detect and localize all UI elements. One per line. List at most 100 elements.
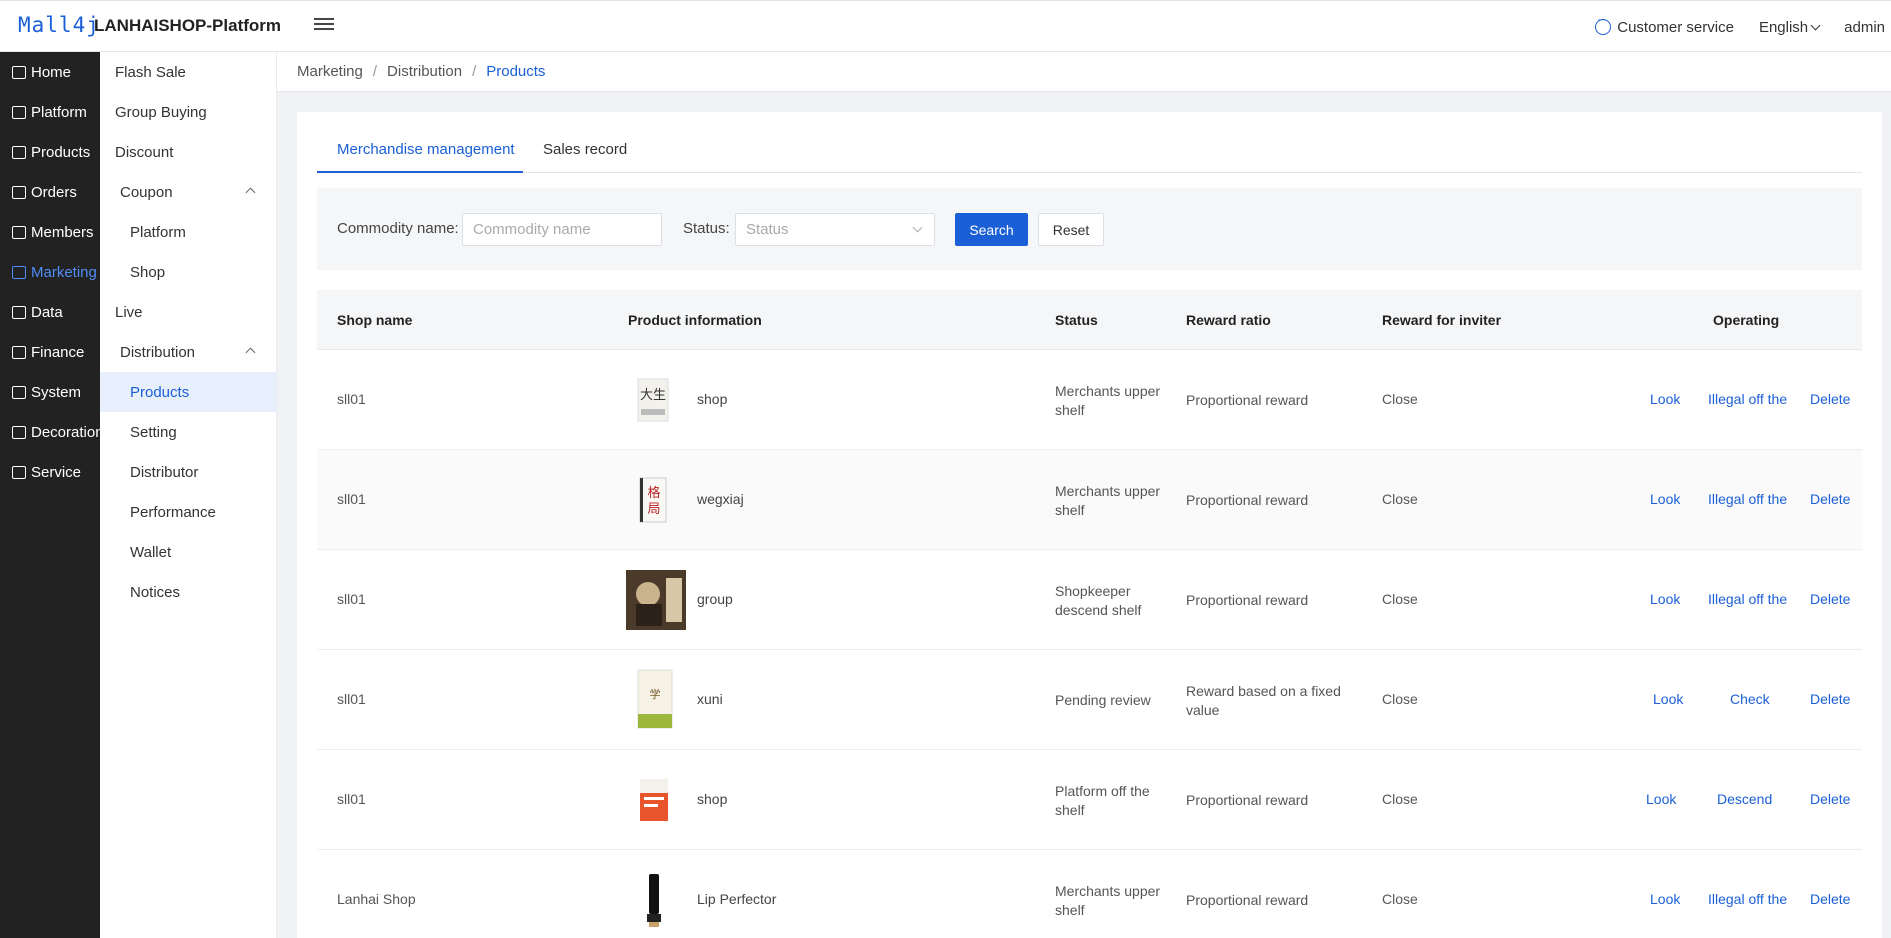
look-link[interactable]: Look [1650,891,1680,907]
header-actions: Customer service English admin [1595,1,1891,53]
descend-link[interactable]: Descend [1717,791,1772,807]
products-table: Shop name Product information Status Rew… [317,290,1862,938]
product-thumbnail[interactable] [628,872,678,928]
commodity-name-input[interactable]: Commodity name [462,213,662,246]
sidebar-item-products[interactable]: Products [0,132,100,172]
sidebar-item-label: Products [31,143,91,161]
reward-inviter-cell: Close [1382,691,1418,707]
sidebar-item-label: Members [31,223,94,241]
look-link[interactable]: Look [1653,691,1683,707]
user-menu[interactable]: admin [1844,19,1885,36]
sidebar-item-data[interactable]: Data [0,292,100,332]
menu-toggle-icon[interactable] [314,15,334,35]
reward-inviter-cell: Close [1382,791,1418,807]
illegal-off-shelf-link[interactable]: Illegal off the [1708,391,1787,407]
status-cell: Platform off the shelf [1055,783,1150,818]
subnav-distribution-label: Distribution [120,343,196,361]
product-thumbnail[interactable] [626,570,686,630]
column-header-operating: Operating [1713,312,1780,328]
sidebar-item-decoration[interactable]: Decoration [0,412,104,452]
look-link[interactable]: Look [1646,791,1676,807]
delete-link[interactable]: Delete [1810,691,1850,707]
look-link[interactable]: Look [1650,391,1680,407]
check-link[interactable]: Check [1730,691,1770,707]
tab-merchandise-management[interactable]: Merchandise management [317,132,523,173]
shop-name-cell: sll01 [337,591,366,607]
shop-name-cell: sll01 [337,791,366,807]
status-select[interactable]: Status [735,213,935,246]
look-link[interactable]: Look [1650,591,1680,607]
reward-ratio-cell: Proportional reward [1186,392,1309,408]
subnav-distribution-performance[interactable]: Performance [100,492,276,532]
tab-bar: Merchandise management Sales record [317,132,1862,173]
shop-name-cell: Lanhai Shop [337,891,416,907]
content-card: Merchandise management Sales record Comm… [297,112,1882,938]
subnav-coupon-shop[interactable]: Shop [100,252,276,292]
language-label: English [1758,18,1809,36]
table-row: sll01 shop Platform off the shelf Propor… [317,750,1862,850]
product-thumbnail[interactable]: 大生 [628,375,678,425]
product-thumbnail[interactable]: 学 [628,668,682,730]
delete-link[interactable]: Delete [1810,591,1850,607]
delete-link[interactable]: Delete [1810,891,1850,907]
subnav-distribution[interactable]: Distribution [100,332,276,372]
product-thumbnail[interactable] [628,775,678,825]
search-button[interactable]: Search [955,213,1028,246]
product-name-cell: xuni [697,691,723,707]
delete-link[interactable]: Delete [1810,491,1850,507]
reward-ratio-cell: Proportional reward [1186,492,1309,508]
breadcrumb-marketing[interactable]: Marketing [297,63,363,80]
sidebar-item-marketing[interactable]: Marketing [0,252,100,292]
sidebar-item-finance[interactable]: Finance [0,332,100,372]
sidebar-item-label: Decoration [31,423,104,441]
reward-inviter-cell: Close [1382,391,1418,407]
product-name-cell: shop [697,391,728,407]
subnav-group-buying[interactable]: Group Buying [100,92,276,132]
subnav-coupon[interactable]: Coupon [100,172,276,212]
look-link[interactable]: Look [1650,491,1680,507]
subnav-distribution-notices[interactable]: Notices [100,572,276,612]
table-row: sll01 格局 wegxiaj Merchants upper shelf P… [317,450,1862,550]
customer-service-link[interactable]: Customer service [1595,14,1734,36]
sidebar-item-label: Platform [31,103,87,121]
commodity-name-label: Commodity name: [337,220,459,237]
marketing-subnav: Flash Sale Group Buying Discount Coupon … [100,52,277,938]
delete-link[interactable]: Delete [1810,791,1850,807]
language-dropdown[interactable]: English [1758,18,1821,36]
subnav-distribution-distributor[interactable]: Distributor [100,452,276,492]
breadcrumb-distribution[interactable]: Distribution [387,63,462,80]
gear-icon [12,385,26,399]
subnav-distribution-products[interactable]: Products [100,372,276,412]
illegal-off-shelf-link[interactable]: Illegal off the [1708,591,1787,607]
main-sidebar: Home Platform Products Orders Members Ma… [0,52,104,938]
sidebar-item-label: Orders [31,183,77,201]
subnav-live[interactable]: Live [100,292,276,332]
column-header-reward-ratio: Reward ratio [1186,312,1271,328]
reward-inviter-cell: Close [1382,491,1418,507]
subnav-discount[interactable]: Discount [100,132,276,172]
chevron-up-icon [245,347,256,358]
illegal-off-shelf-link[interactable]: Illegal off the [1708,491,1787,507]
column-header-status: Status [1055,312,1098,328]
table-header: Shop name Product information Status Rew… [317,290,1862,350]
reward-ratio-cell: Reward based on a fixed value [1186,683,1341,718]
reset-button[interactable]: Reset [1038,213,1104,246]
subnav-distribution-wallet[interactable]: Wallet [100,532,276,572]
illegal-off-shelf-link[interactable]: Illegal off the [1708,891,1787,907]
subnav-flash-sale[interactable]: Flash Sale [100,52,276,92]
bag-icon [12,145,26,159]
sidebar-item-home[interactable]: Home [0,52,100,92]
brand-logo[interactable]: Mall4j [18,13,100,37]
sidebar-item-platform[interactable]: Platform [0,92,100,132]
tab-sales-record[interactable]: Sales record [543,132,627,173]
subnav-coupon-platform[interactable]: Platform [100,212,276,252]
product-thumbnail[interactable]: 格局 [628,475,678,525]
sidebar-item-system[interactable]: System [0,372,100,412]
delete-link[interactable]: Delete [1810,391,1850,407]
subnav-distribution-setting[interactable]: Setting [100,412,276,452]
sidebar-item-orders[interactable]: Orders [0,172,100,212]
monitor-icon [12,105,26,119]
sidebar-item-members[interactable]: Members [0,212,100,252]
sidebar-item-service[interactable]: Service [0,452,100,492]
status-cell: Merchants upper shelf [1055,383,1161,418]
